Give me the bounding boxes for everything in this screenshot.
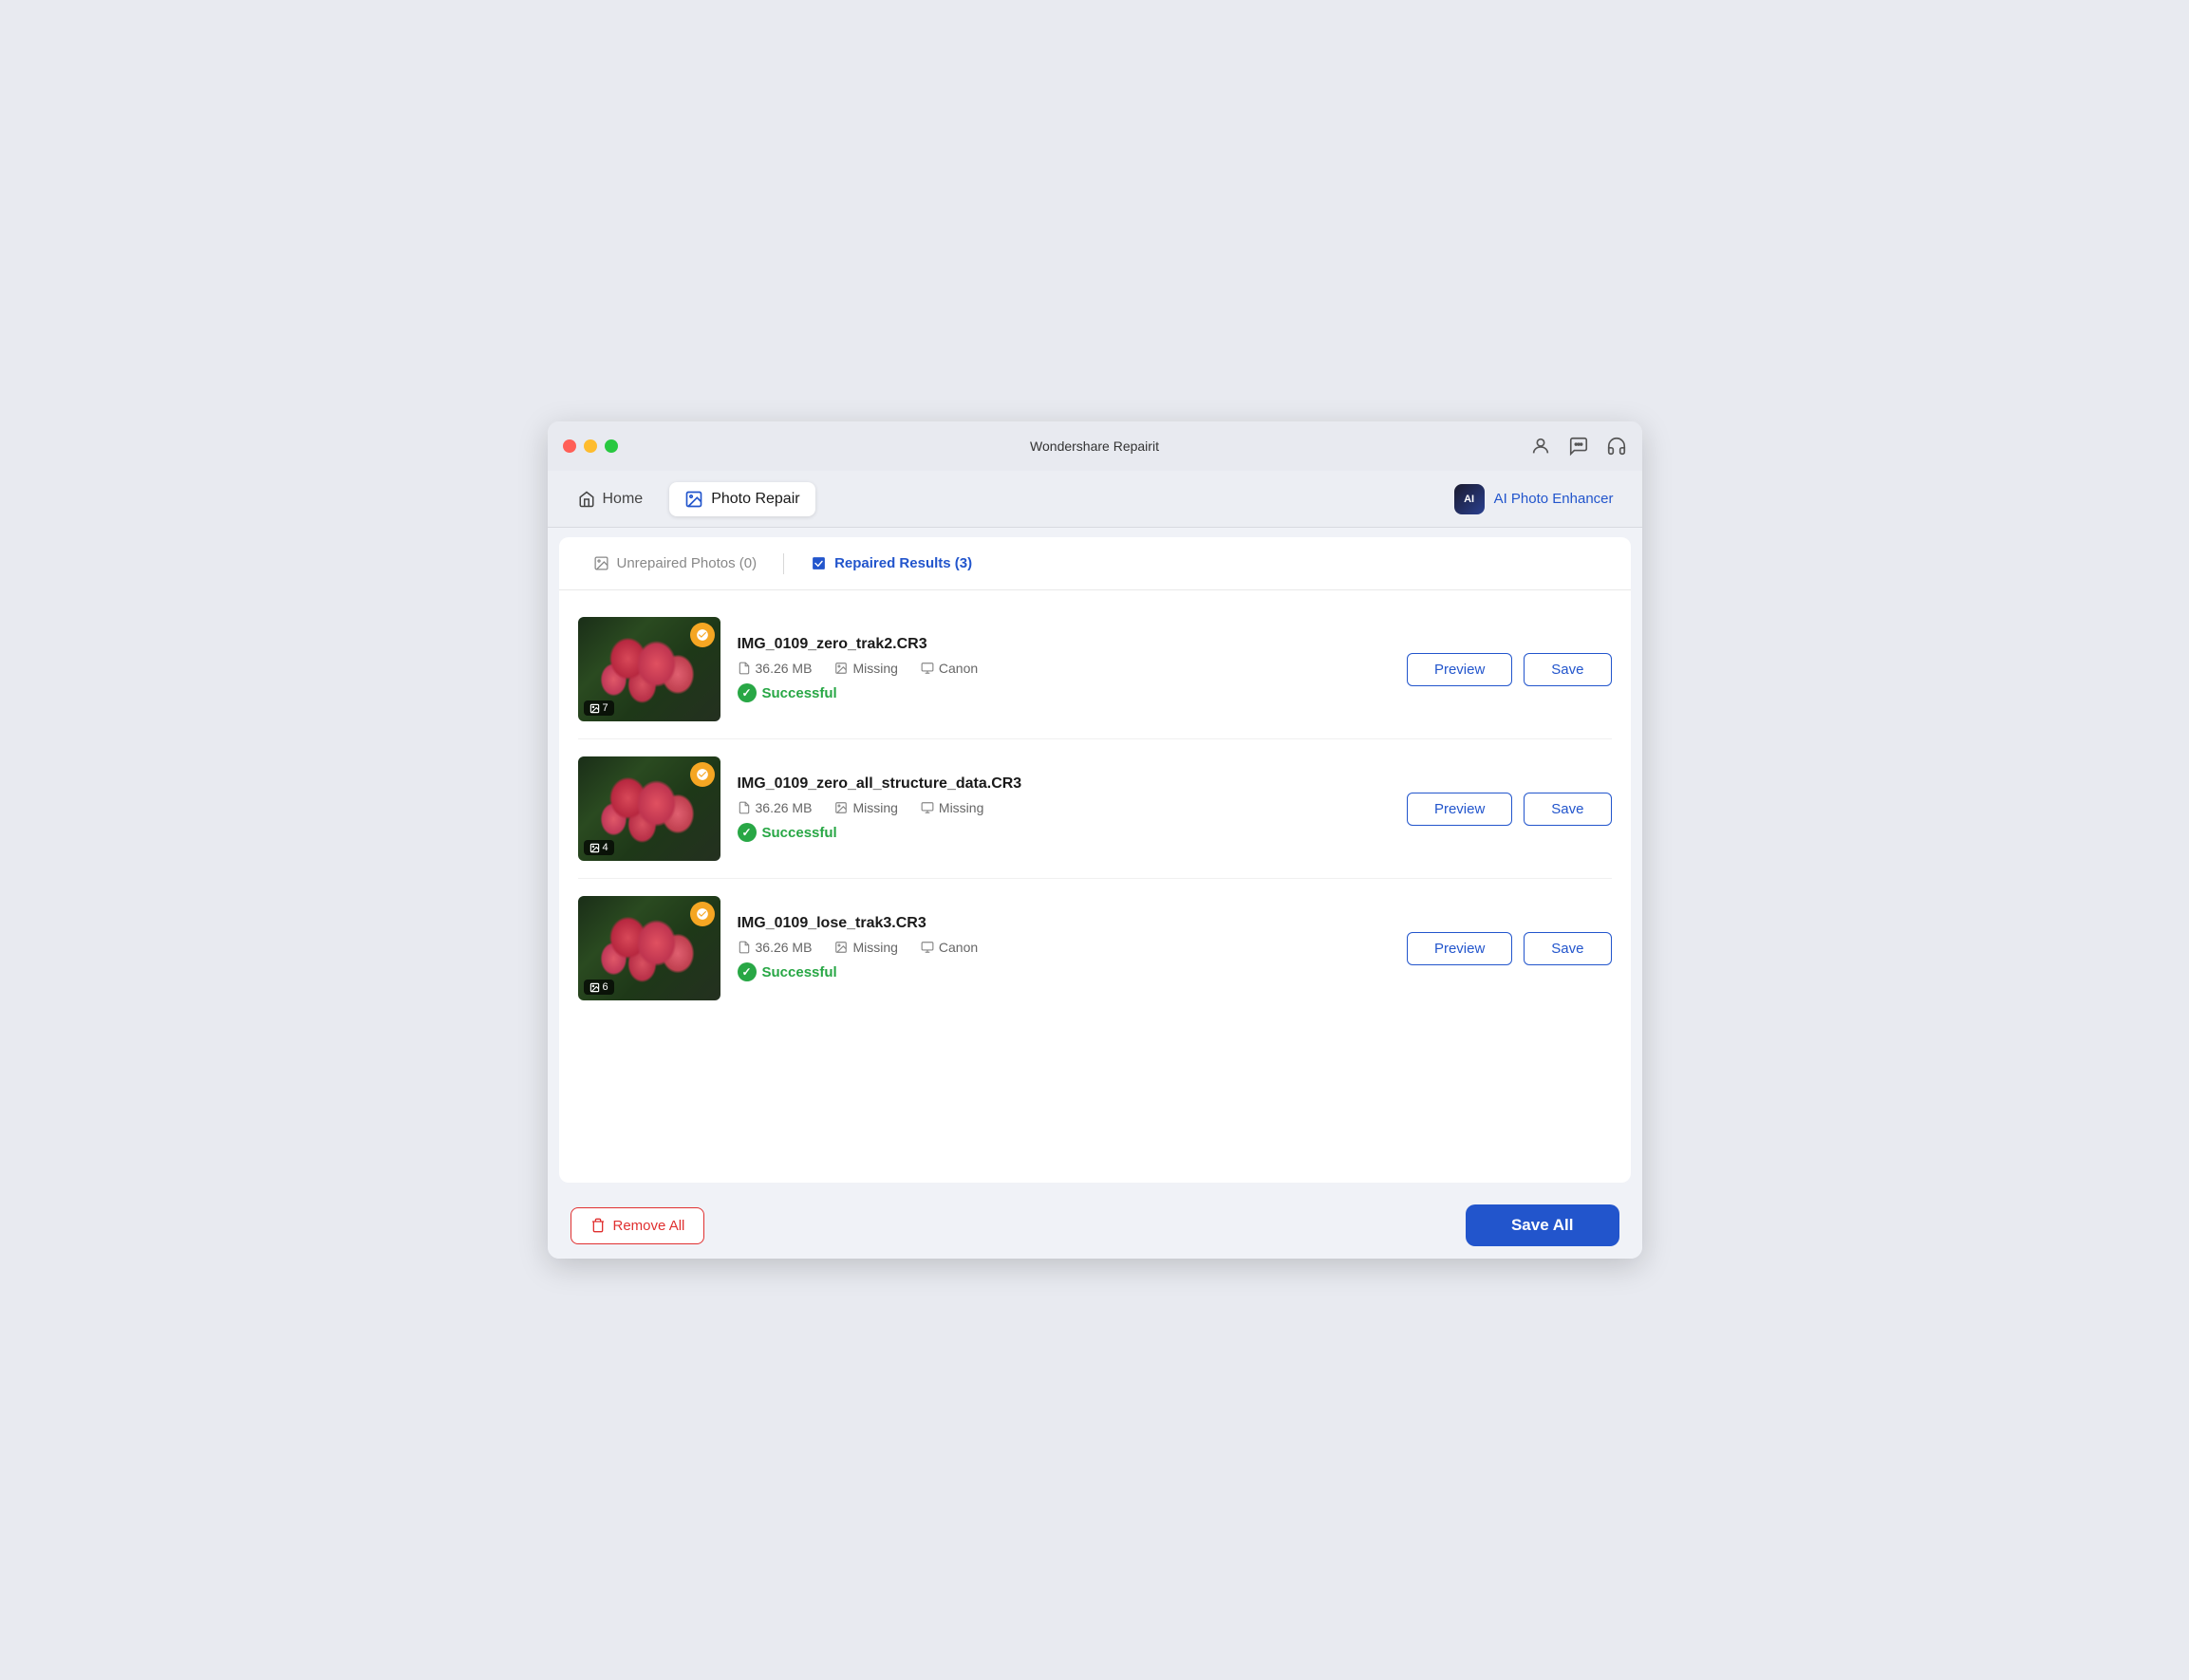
- table-row: 7 IMG_0109_zero_trak2.CR3 36.26 MB: [578, 600, 1612, 739]
- tabs: Unrepaired Photos (0) Repaired Results (…: [559, 537, 1631, 590]
- headset-icon[interactable]: [1606, 436, 1627, 457]
- image-small-icon: [834, 801, 848, 814]
- save-all-button[interactable]: Save All: [1466, 1204, 1619, 1246]
- close-button[interactable]: [563, 439, 576, 453]
- user-icon[interactable]: [1530, 436, 1551, 457]
- image-small-icon: [834, 662, 848, 675]
- ai-enhancer-label: AI Photo Enhancer: [1494, 491, 1614, 507]
- meta-field1: Missing: [834, 661, 897, 676]
- table-row: 6 IMG_0109_lose_trak3.CR3 36.26 MB: [578, 879, 1612, 1017]
- chat-icon[interactable]: [1568, 436, 1589, 457]
- image-small-icon: [834, 941, 848, 954]
- status-check-icon: ✓: [738, 823, 757, 842]
- save-button-1[interactable]: Save: [1524, 793, 1611, 826]
- tab-repaired[interactable]: Repaired Results (3): [795, 546, 987, 581]
- ai-enhancer-icon: AI: [1454, 484, 1485, 514]
- meta-size: 36.26 MB: [738, 661, 813, 676]
- thumbnail-badge: 7: [584, 700, 614, 716]
- remove-all-button[interactable]: Remove All: [571, 1207, 705, 1244]
- home-icon: [578, 491, 595, 508]
- items-list: 7 IMG_0109_zero_trak2.CR3 36.26 MB: [559, 590, 1631, 1027]
- save-all-label: Save All: [1511, 1216, 1574, 1234]
- item-status: ✓ Successful: [738, 683, 1390, 702]
- item-meta: 36.26 MB Missing Missing: [738, 800, 1390, 815]
- preview-button-0[interactable]: Preview: [1407, 653, 1512, 686]
- tab-unrepaired-label: Unrepaired Photos (0): [617, 555, 758, 571]
- file-icon: [738, 801, 751, 814]
- repair-badge: [690, 762, 715, 787]
- repair-badge: [690, 902, 715, 926]
- status-check-icon: ✓: [738, 683, 757, 702]
- meta-size: 36.26 MB: [738, 940, 813, 955]
- repair-badge: [690, 623, 715, 647]
- app-title: Wondershare Repairit: [1030, 439, 1159, 454]
- meta-field2: Canon: [921, 940, 978, 955]
- home-button[interactable]: Home: [563, 483, 659, 515]
- ai-enhancer-button[interactable]: AI AI Photo Enhancer: [1441, 478, 1627, 520]
- preview-button-2[interactable]: Preview: [1407, 932, 1512, 965]
- remove-all-label: Remove All: [613, 1218, 685, 1234]
- photo-repair-button[interactable]: Photo Repair: [669, 482, 814, 516]
- tab-repaired-label: Repaired Results (3): [834, 555, 972, 571]
- toolbar: Home Photo Repair AI AI Photo Enhancer: [548, 471, 1642, 528]
- bottom-bar: Remove All Save All: [548, 1192, 1642, 1259]
- traffic-lights: [563, 439, 618, 453]
- save-button-0[interactable]: Save: [1524, 653, 1611, 686]
- save-button-2[interactable]: Save: [1524, 932, 1611, 965]
- item-meta: 36.26 MB Missing Canon: [738, 940, 1390, 955]
- preview-button-1[interactable]: Preview: [1407, 793, 1512, 826]
- item-info: IMG_0109_zero_trak2.CR3 36.26 MB Missing: [738, 636, 1390, 702]
- item-info: IMG_0109_lose_trak3.CR3 36.26 MB Missing: [738, 915, 1390, 981]
- item-actions: Preview Save: [1407, 932, 1612, 965]
- item-name: IMG_0109_lose_trak3.CR3: [738, 915, 1390, 932]
- item-status: ✓ Successful: [738, 962, 1390, 981]
- file-icon: [738, 941, 751, 954]
- titlebar: Wondershare Repairit: [548, 421, 1642, 471]
- meta-field2: Canon: [921, 661, 978, 676]
- main-content: Unrepaired Photos (0) Repaired Results (…: [559, 537, 1631, 1183]
- meta-field1: Missing: [834, 800, 897, 815]
- photo-repair-label: Photo Repair: [711, 491, 799, 508]
- image-icon: [593, 555, 609, 571]
- titlebar-icons: [1530, 436, 1627, 457]
- item-actions: Preview Save: [1407, 653, 1612, 686]
- meta-size: 36.26 MB: [738, 800, 813, 815]
- item-actions: Preview Save: [1407, 793, 1612, 826]
- thumbnail-wrap: 6: [578, 896, 720, 1000]
- app-window: Wondershare Repairit: [548, 421, 1642, 1259]
- thumbnail-wrap: 4: [578, 756, 720, 861]
- status-check-icon: ✓: [738, 962, 757, 981]
- thumbnail-badge: 6: [584, 980, 614, 995]
- monitor-icon: [921, 801, 934, 814]
- monitor-icon: [921, 941, 934, 954]
- meta-field2: Missing: [921, 800, 983, 815]
- minimize-button[interactable]: [584, 439, 597, 453]
- repaired-icon: [811, 555, 827, 571]
- file-icon: [738, 662, 751, 675]
- tab-divider: [783, 553, 784, 574]
- thumbnail-badge: 4: [584, 840, 614, 855]
- item-meta: 36.26 MB Missing Canon: [738, 661, 1390, 676]
- item-info: IMG_0109_zero_all_structure_data.CR3 36.…: [738, 775, 1390, 842]
- trash-icon: [590, 1218, 606, 1233]
- item-name: IMG_0109_zero_trak2.CR3: [738, 636, 1390, 653]
- thumbnail-wrap: 7: [578, 617, 720, 721]
- item-status: ✓ Successful: [738, 823, 1390, 842]
- meta-field1: Missing: [834, 940, 897, 955]
- maximize-button[interactable]: [605, 439, 618, 453]
- monitor-icon: [921, 662, 934, 675]
- home-label: Home: [603, 491, 644, 508]
- photo-repair-icon: [684, 490, 703, 509]
- item-name: IMG_0109_zero_all_structure_data.CR3: [738, 775, 1390, 793]
- table-row: 4 IMG_0109_zero_all_structure_data.CR3 3…: [578, 739, 1612, 879]
- tab-unrepaired[interactable]: Unrepaired Photos (0): [578, 546, 773, 581]
